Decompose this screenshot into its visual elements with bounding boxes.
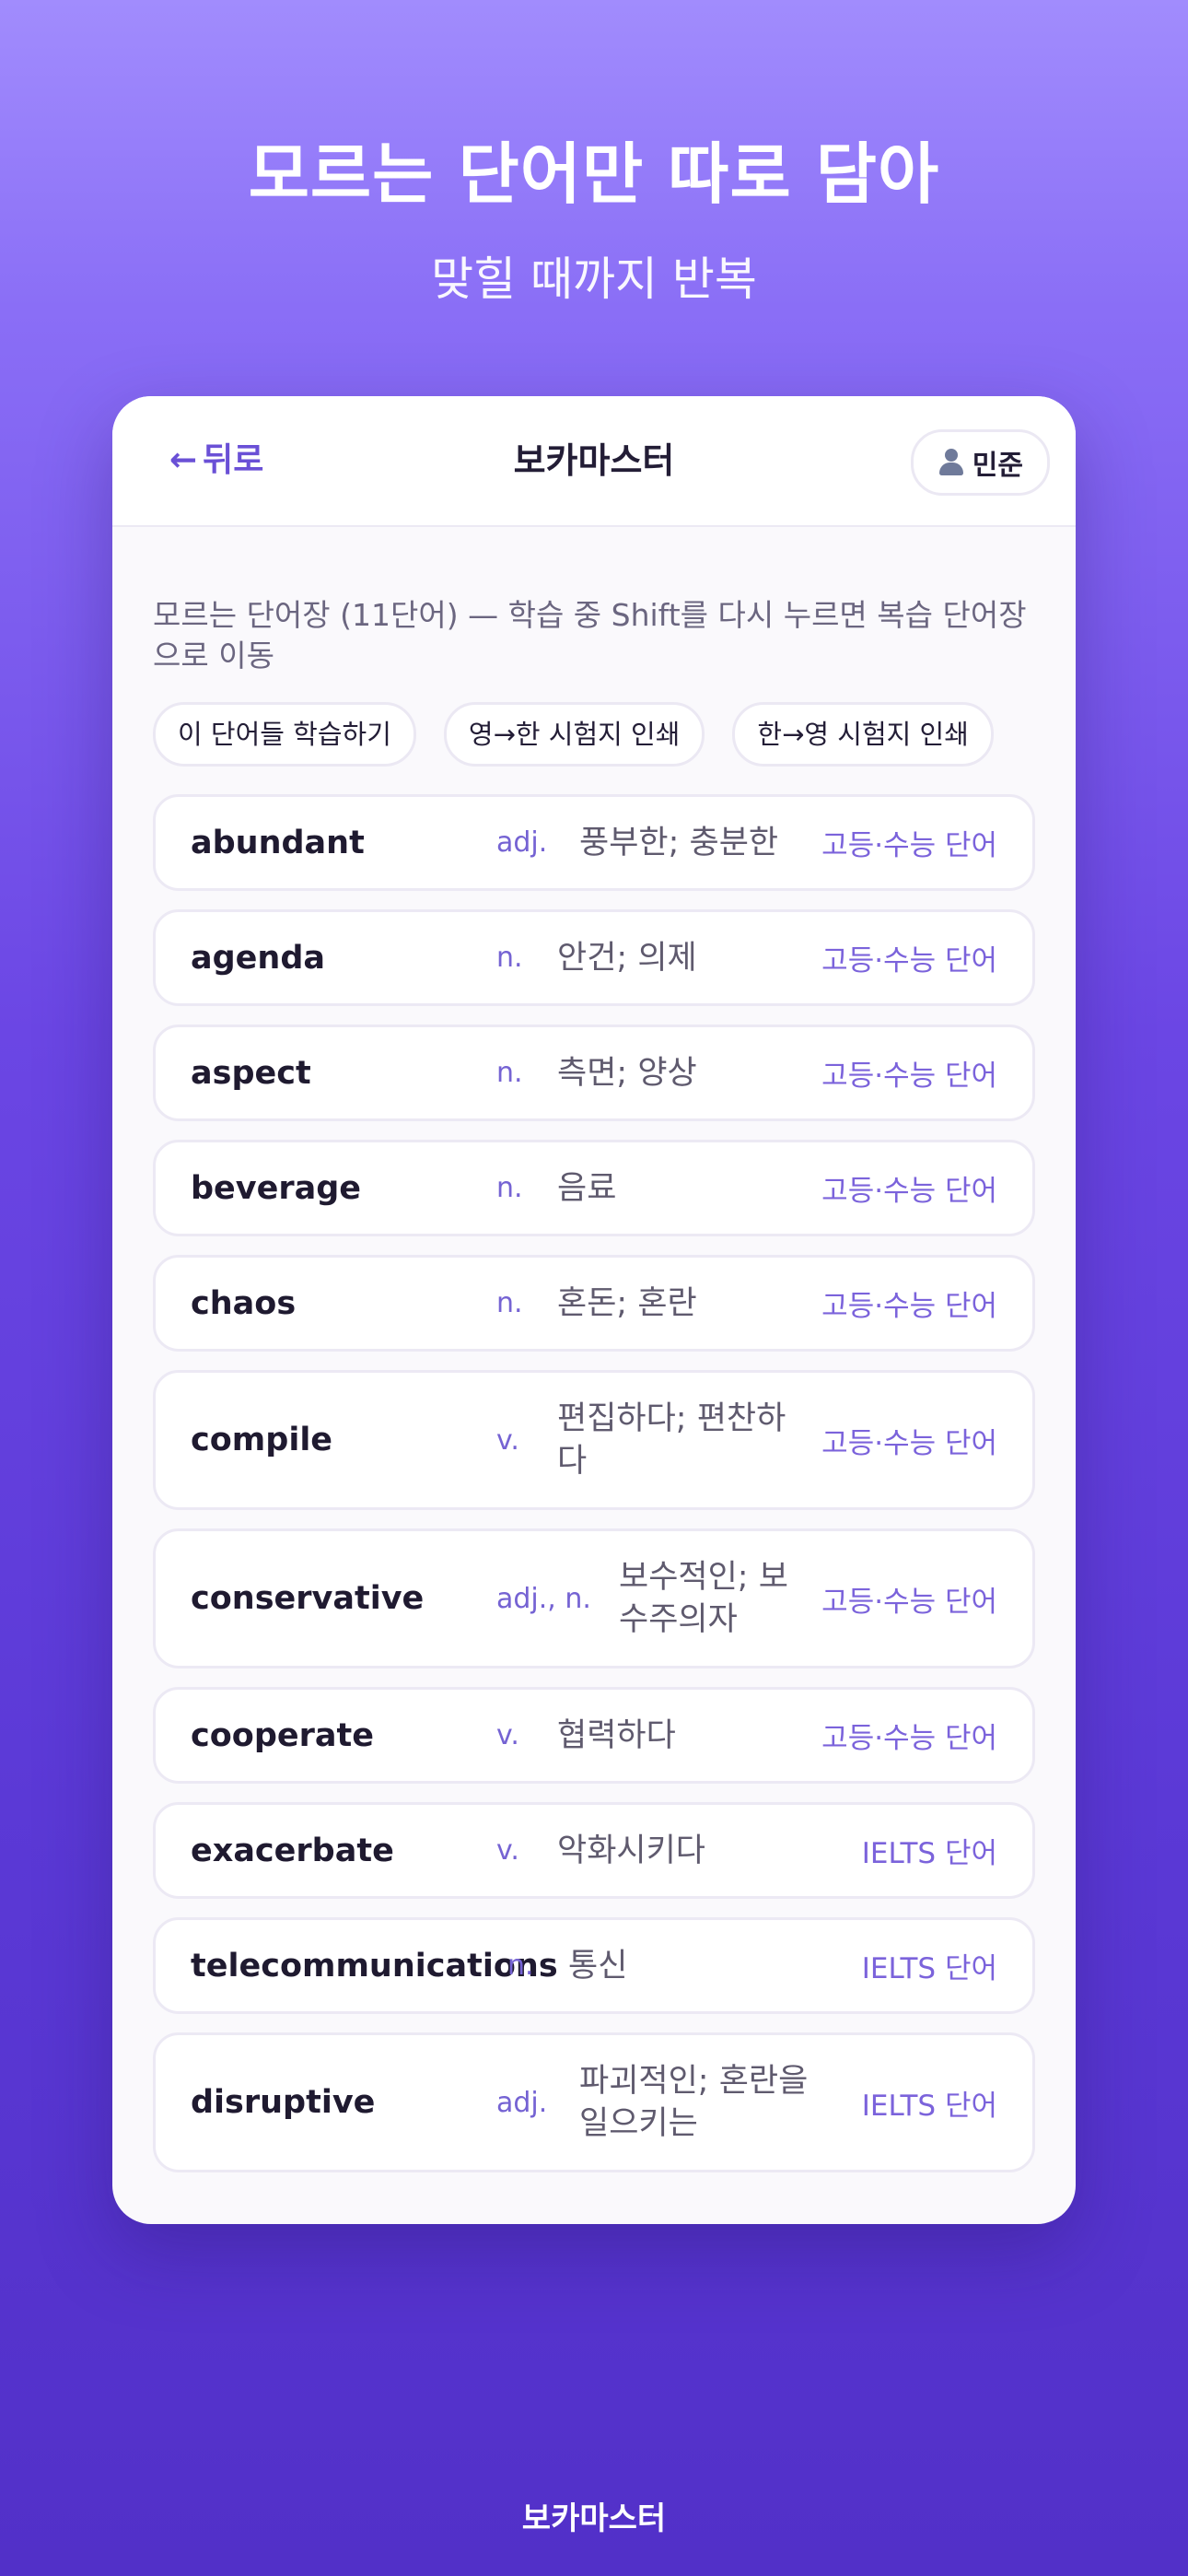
- word-row[interactable]: chaos n. 혼돈; 혼란 고등·수능 단어: [153, 1255, 1035, 1352]
- word-category: 고등·수능 단어: [821, 1175, 997, 1208]
- word-category: 고등·수능 단어: [821, 944, 997, 978]
- part-of-speech: n.: [496, 942, 523, 974]
- word-category: 고등·수능 단어: [821, 1722, 997, 1755]
- word-row[interactable]: beverage n. 음료 고등·수능 단어: [153, 1140, 1035, 1236]
- word-text: cooperate: [191, 1716, 374, 1754]
- word-text: disruptive: [191, 2084, 376, 2121]
- word-list: abundant adj. 풍부한; 충분한 고등·수능 단어 agenda n…: [153, 794, 1035, 2191]
- word-row[interactable]: disruptive adj. 파괴적인; 혼란을 일으키는 IELTS 단어: [153, 2032, 1035, 2172]
- word-meaning: 협력하다: [557, 1716, 676, 1754]
- list-description: 모르는 단어장 (11단어) — 학습 중 Shift를 다시 누르면 복습 단…: [153, 597, 1027, 673]
- footer-brand: 보카마스터: [521, 2500, 667, 2537]
- word-meaning: 측면; 양상: [557, 1054, 697, 1092]
- part-of-speech: n.: [496, 1057, 523, 1089]
- word-text: exacerbate: [191, 1832, 394, 1869]
- word-meaning: 통신: [568, 1947, 628, 1985]
- word-row[interactable]: compile v. 편집하다; 편찬하다 고등·수능 단어: [153, 1370, 1035, 1510]
- word-category: 고등·수능 단어: [821, 1426, 997, 1460]
- word-text: beverage: [191, 1169, 362, 1207]
- word-meaning: 안건; 의제: [557, 939, 697, 977]
- word-meaning: 혼돈; 혼란: [557, 1284, 697, 1322]
- word-row[interactable]: agenda n. 안건; 의제 고등·수능 단어: [153, 909, 1035, 1006]
- print-en-ko-test-button[interactable]: 영→한 시험지 인쇄: [443, 702, 705, 767]
- word-meaning: 음료: [557, 1169, 617, 1207]
- part-of-speech: adj.: [496, 826, 548, 859]
- word-row[interactable]: aspect n. 측면; 양상 고등·수능 단어: [153, 1025, 1035, 1121]
- user-icon: [938, 449, 965, 476]
- word-row[interactable]: cooperate v. 협력하다 고등·수능 단어: [153, 1687, 1035, 1784]
- word-text: conservative: [191, 1580, 425, 1617]
- study-words-button[interactable]: 이 단어들 학습하기: [153, 702, 416, 767]
- hero: 모르는 단어만 따로 담아 맞힐 때까지 반복: [0, 120, 1188, 309]
- word-meaning: 편집하다; 편찬하다: [557, 1400, 786, 1480]
- action-bar: 이 단어들 학습하기 영→한 시험지 인쇄 한→영 시험지 인쇄: [153, 702, 994, 767]
- part-of-speech: adj.: [496, 2086, 548, 2119]
- word-text: telecommunications: [191, 1947, 558, 1985]
- word-meaning: 악화시키다: [557, 1832, 706, 1869]
- word-text: aspect: [191, 1054, 311, 1092]
- word-category: 고등·수능 단어: [821, 1290, 997, 1323]
- user-profile-button[interactable]: 민준: [910, 429, 1050, 496]
- part-of-speech: v.: [496, 1834, 519, 1867]
- word-meaning: 파괴적인; 혼란을 일으키는: [579, 2063, 809, 2142]
- word-category: IELTS 단어: [861, 1837, 997, 1870]
- part-of-speech: n.: [496, 1172, 523, 1204]
- word-category: 고등·수능 단어: [821, 829, 997, 862]
- word-category: 고등·수능 단어: [821, 1060, 997, 1093]
- print-ko-en-test-button[interactable]: 한→영 시험지 인쇄: [732, 702, 994, 767]
- word-row[interactable]: abundant adj. 풍부한; 충분한 고등·수능 단어: [153, 794, 1035, 891]
- part-of-speech: n.: [507, 1950, 534, 1982]
- word-row[interactable]: telecommunications n. 통신 IELTS 단어: [153, 1917, 1035, 2014]
- top-bar: ← 뒤로 보카마스터 민준: [112, 396, 1076, 527]
- hero-title: 모르는 단어만 따로 담아: [248, 135, 940, 213]
- word-text: compile: [191, 1422, 333, 1458]
- word-meaning: 풍부한; 충분한: [579, 824, 779, 861]
- part-of-speech: adj., n.: [496, 1582, 591, 1615]
- app-window: ← 뒤로 보카마스터 민준 모르는 단어장 (11단어) — 학습 중 Shift…: [112, 396, 1076, 2224]
- hero-subtitle: 맞힐 때까지 반복: [431, 252, 757, 306]
- part-of-speech: v.: [496, 1423, 519, 1457]
- part-of-speech: v.: [496, 1719, 519, 1751]
- part-of-speech: n.: [496, 1287, 523, 1319]
- user-name: 민준: [972, 450, 1023, 482]
- word-text: abundant: [191, 824, 365, 861]
- word-text: chaos: [191, 1284, 297, 1322]
- word-text: agenda: [191, 939, 325, 977]
- word-category: 고등·수능 단어: [821, 1585, 997, 1619]
- word-meaning: 보수적인; 보수주의자: [619, 1559, 788, 1638]
- word-row[interactable]: conservative adj., n. 보수적인; 보수주의자 고등·수능 …: [153, 1528, 1035, 1669]
- word-row[interactable]: exacerbate v. 악화시키다 IELTS 단어: [153, 1802, 1035, 1899]
- word-category: IELTS 단어: [861, 2089, 997, 2123]
- word-category: IELTS 단어: [861, 1952, 997, 1985]
